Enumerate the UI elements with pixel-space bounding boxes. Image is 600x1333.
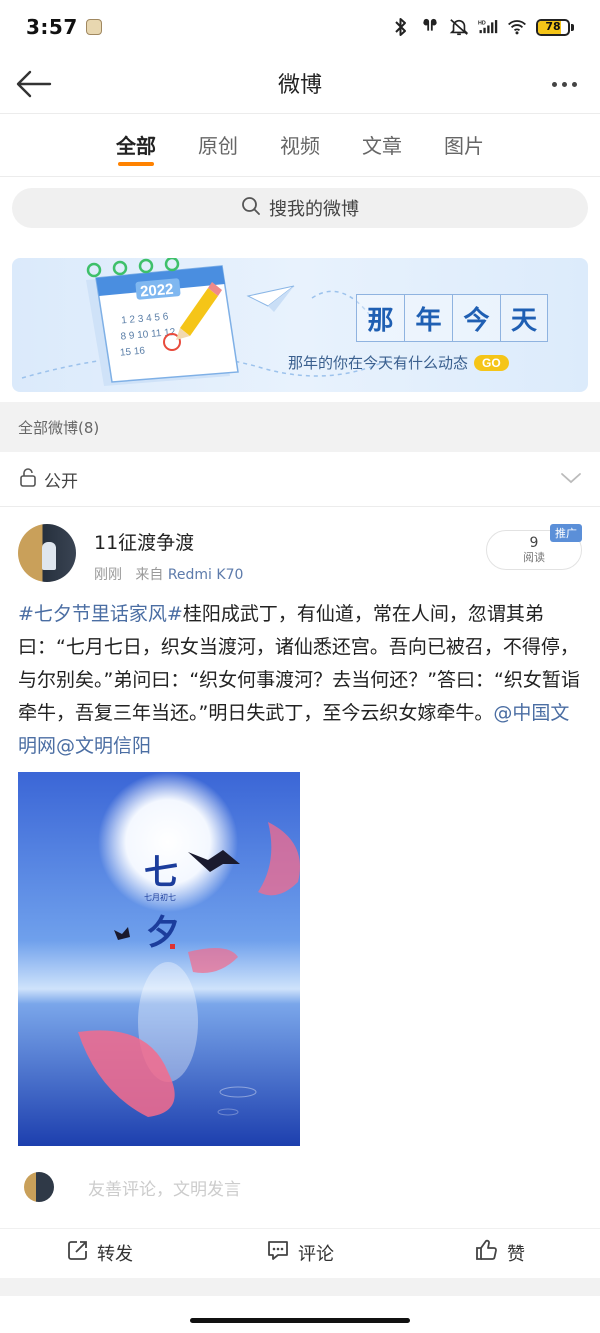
svg-text:HD: HD: [478, 21, 486, 27]
svg-text:七月初七: 七月初七: [144, 892, 176, 902]
banner-title-char: 年: [404, 294, 452, 342]
repost-label: 转发: [97, 1243, 133, 1265]
signal-icon: HD: [478, 17, 498, 37]
banner-title-char: 今: [452, 294, 500, 342]
comment-label: 评论: [298, 1243, 334, 1265]
banner-subtitle-row: 那年的你在今天有什么动态 GO: [288, 352, 509, 373]
chevron-down-icon[interactable]: [560, 470, 582, 489]
ad-tag: 推广: [550, 524, 582, 542]
thumbs-up-icon: [475, 1239, 499, 1266]
visibility-filter[interactable]: 公开: [0, 452, 600, 506]
svg-text:2022: 2022: [139, 281, 174, 301]
like-label: 赞: [507, 1243, 525, 1265]
svg-text:15 16: 15 16: [120, 346, 146, 359]
notification-app-icon: [85, 19, 102, 35]
banner-subtitle: 那年的你在今天有什么动态: [288, 354, 469, 372]
tab-original[interactable]: 原创: [198, 130, 238, 170]
home-indicator[interactable]: [190, 1318, 410, 1323]
reads-label: 阅读: [523, 551, 545, 564]
search-icon: [241, 196, 261, 220]
feed-separator: [0, 1278, 600, 1296]
battery-level: 78: [545, 19, 561, 33]
tabs-divider: [0, 176, 600, 177]
comment-icon: [266, 1239, 290, 1266]
like-button[interactable]: 赞: [400, 1229, 600, 1276]
status-time: 3:57: [26, 15, 78, 39]
post-meta: 刚刚 来自 Redmi K70: [94, 564, 243, 584]
visibility-label: 公开: [44, 471, 78, 492]
search-placeholder: 搜我的微博: [269, 199, 359, 220]
banner-title: 那 年 今 天: [356, 294, 548, 342]
tab-pictures[interactable]: 图片: [444, 130, 484, 170]
mute-icon: [449, 17, 469, 37]
tab-article[interactable]: 文章: [362, 130, 402, 170]
visibility-divider: [0, 506, 600, 507]
repost-button[interactable]: 转发: [0, 1229, 200, 1276]
bluetooth-icon: [391, 17, 411, 37]
post-time: 刚刚: [94, 567, 122, 583]
back-arrow-icon[interactable]: [14, 64, 54, 104]
svg-text:七: 七: [144, 853, 178, 893]
source-prefix: 来自: [135, 567, 164, 583]
status-icons: HD 78: [391, 17, 574, 37]
more-options-icon[interactable]: [544, 64, 584, 104]
memories-banner[interactable]: 2022 1 2 3 4 5 6 8 9 10 11 12 15 16 那 年 …: [12, 258, 588, 392]
my-avatar: [24, 1172, 54, 1202]
post-actions: 转发 评论 赞: [0, 1228, 600, 1276]
post-image[interactable]: 七 七月初七 夕: [18, 772, 300, 1146]
post-source[interactable]: Redmi K70: [168, 567, 244, 583]
section-header: 全部微博(8): [0, 402, 600, 452]
tab-video[interactable]: 视频: [280, 130, 320, 170]
nav-bar: 微博: [0, 54, 600, 112]
banner-title-char: 天: [500, 294, 548, 342]
banner-title-char: 那: [356, 294, 404, 342]
avatar[interactable]: [18, 524, 76, 582]
comment-input[interactable]: 友善评论，文明发言: [24, 1168, 584, 1206]
wifi-icon: [507, 17, 527, 37]
comment-placeholder: 友善评论，文明发言: [88, 1179, 241, 1200]
hashtag-link[interactable]: #七夕节里话家风#: [18, 603, 183, 625]
status-bar: 3:57 HD 78: [0, 0, 600, 54]
filter-tabs: 全部 原创 视频 文章 图片: [0, 114, 600, 176]
page-title: 微博: [277, 73, 322, 98]
tab-all[interactable]: 全部: [116, 130, 156, 170]
unlock-icon: [18, 467, 38, 491]
reads-count: 9: [529, 535, 539, 551]
earbuds-icon: [420, 17, 440, 37]
battery-icon: 78: [536, 18, 574, 36]
search-input[interactable]: 搜我的微博: [12, 188, 588, 228]
mention-link[interactable]: @文明信阳: [56, 735, 151, 757]
post-body: #七夕节里话家风#桂阳成武丁，有仙道，常在人间，忽谓其弟曰：“七月七日，织女当渡…: [18, 598, 584, 763]
repost-icon: [67, 1239, 89, 1266]
banner-go-button[interactable]: GO: [474, 354, 509, 371]
comment-button[interactable]: 评论: [200, 1229, 400, 1276]
username[interactable]: 11征渡争渡: [94, 528, 194, 555]
post-header: 11征渡争渡 刚刚 来自 Redmi K70 9 阅读 推广: [18, 524, 582, 584]
